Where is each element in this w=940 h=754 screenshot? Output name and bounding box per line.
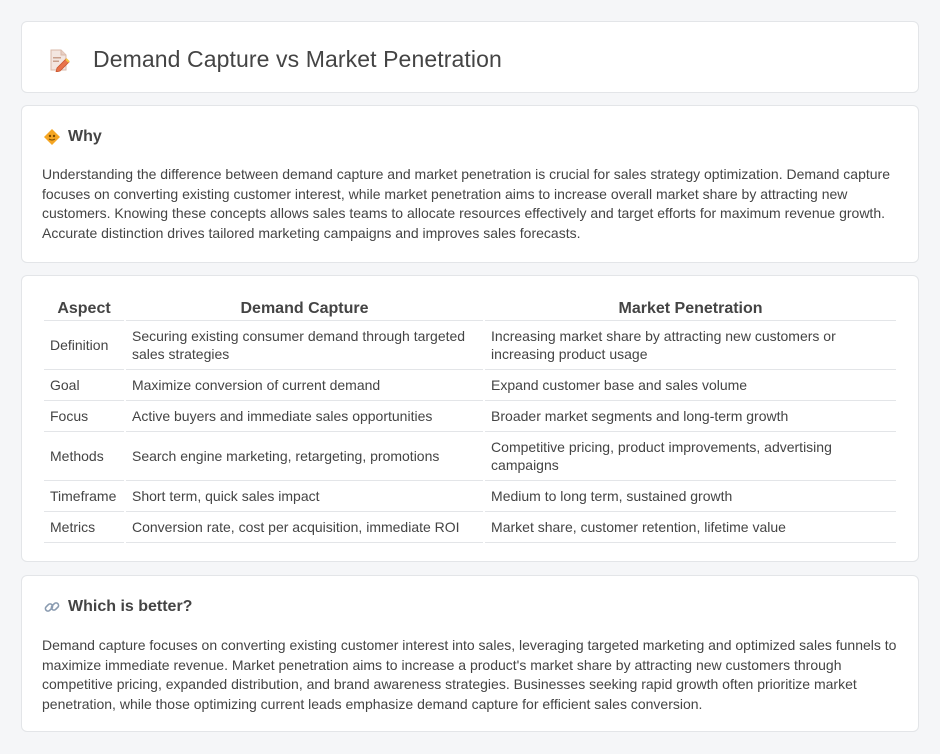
row-demand-capture: Search engine marketing, retargeting, pr… xyxy=(125,432,484,481)
diamond-icon xyxy=(43,128,61,146)
row-aspect: Timeframe xyxy=(44,481,124,512)
row-aspect: Definition xyxy=(44,321,124,370)
which-is-better-section: Which is better? Demand capture focuses … xyxy=(21,575,919,732)
document-pencil-icon xyxy=(48,48,70,73)
row-aspect: Focus xyxy=(44,401,124,432)
better-heading: Which is better? xyxy=(68,598,193,615)
header-demand-capture: Demand Capture xyxy=(125,295,484,321)
table-row: Timeframe Short term, quick sales impact… xyxy=(44,481,896,512)
table-row: Methods Search engine marketing, retarge… xyxy=(44,432,896,481)
row-market-penetration: Broader market segments and long-term gr… xyxy=(485,401,896,432)
row-market-penetration: Increasing market share by attracting ne… xyxy=(485,321,896,370)
header-market-penetration: Market Penetration xyxy=(485,295,896,321)
table-row: Metrics Conversion rate, cost per acquis… xyxy=(44,512,896,543)
comparison-card: Aspect Demand Capture Market Penetration… xyxy=(21,275,919,562)
table-row: Definition Securing existing consumer de… xyxy=(44,321,896,370)
row-demand-capture: Securing existing consumer demand throug… xyxy=(125,321,484,370)
page-title: Demand Capture vs Market Penetration xyxy=(93,46,502,72)
row-aspect: Methods xyxy=(44,432,124,481)
table-row: Focus Active buyers and immediate sales … xyxy=(44,401,896,432)
table-row: Goal Maximize conversion of current dema… xyxy=(44,370,896,401)
link-icon xyxy=(43,598,61,616)
why-heading: Why xyxy=(68,128,102,145)
row-market-penetration: Medium to long term, sustained growth xyxy=(485,481,896,512)
row-demand-capture: Maximize conversion of current demand xyxy=(125,370,484,401)
row-market-penetration: Expand customer base and sales volume xyxy=(485,370,896,401)
row-aspect: Goal xyxy=(44,370,124,401)
row-market-penetration: Market share, customer retention, lifeti… xyxy=(485,512,896,543)
row-aspect: Metrics xyxy=(44,512,124,543)
comparison-table: Aspect Demand Capture Market Penetration… xyxy=(42,295,898,543)
better-text: Demand capture focuses on converting exi… xyxy=(42,637,897,712)
why-text: Understanding the difference between dem… xyxy=(42,166,890,241)
header-aspect: Aspect xyxy=(44,295,124,321)
title-card: Demand Capture vs Market Penetration xyxy=(21,21,919,93)
row-demand-capture: Conversion rate, cost per acquisition, i… xyxy=(125,512,484,543)
row-demand-capture: Active buyers and immediate sales opport… xyxy=(125,401,484,432)
row-market-penetration: Competitive pricing, product improvement… xyxy=(485,432,896,481)
why-section: Why Understanding the difference between… xyxy=(21,105,919,263)
row-demand-capture: Short term, quick sales impact xyxy=(125,481,484,512)
